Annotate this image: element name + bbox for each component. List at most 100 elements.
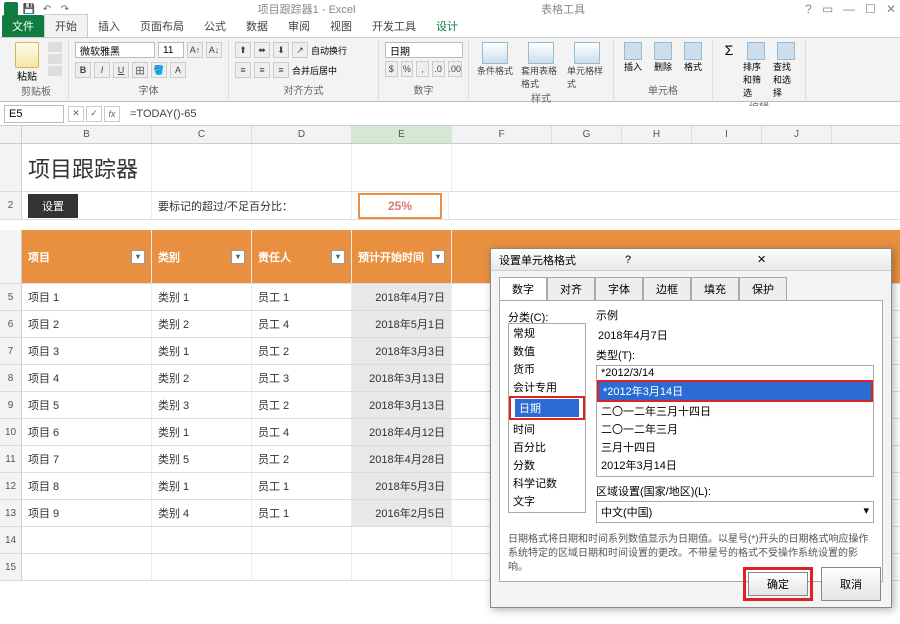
comma-icon[interactable]: , (416, 61, 429, 77)
format-painter-icon[interactable] (48, 66, 62, 76)
row-header[interactable]: 8 (0, 365, 22, 391)
cell-project[interactable]: 项目 1 (22, 284, 152, 310)
cell-est-start[interactable]: 2018年3月3日 (352, 338, 452, 364)
cell-category[interactable]: 类别 3 (152, 392, 252, 418)
tab-data[interactable]: 数据 (236, 15, 278, 37)
cell-owner[interactable]: 员工 1 (252, 284, 352, 310)
row-header-hdr[interactable] (0, 230, 22, 283)
filter-icon[interactable]: ▾ (131, 250, 145, 264)
increase-font-icon[interactable]: A↑ (187, 42, 203, 58)
row-header[interactable]: 7 (0, 338, 22, 364)
align-center-icon[interactable]: ≡ (254, 62, 270, 78)
font-size-combo[interactable]: 11 (158, 42, 184, 58)
tab-view[interactable]: 视图 (320, 15, 362, 37)
select-all-button[interactable] (0, 126, 22, 143)
cell-project[interactable]: 项目 8 (22, 473, 152, 499)
cell-project[interactable]: 项目 2 (22, 311, 152, 337)
col-header-h[interactable]: H (622, 126, 692, 143)
tab-developer[interactable]: 开发工具 (362, 15, 426, 37)
cell-est-start[interactable]: 2018年3月13日 (352, 365, 452, 391)
font-color-button[interactable]: A (170, 62, 186, 78)
insert-cells-button[interactable]: 插入 (620, 42, 646, 73)
align-bottom-icon[interactable]: ⬇ (273, 42, 289, 58)
category-item[interactable]: 日期 (515, 399, 579, 417)
save-icon[interactable]: 💾 (22, 2, 36, 16)
cell-owner[interactable]: 员工 2 (252, 446, 352, 472)
cell-project[interactable]: 项目 6 (22, 419, 152, 445)
col-header-d[interactable]: D (252, 126, 352, 143)
dlg-tab-fill[interactable]: 填充 (691, 277, 739, 300)
cell-category[interactable]: 类别 1 (152, 284, 252, 310)
header-est-start[interactable]: 预计开始时间▾ (352, 230, 452, 283)
enter-formula-icon[interactable]: ✓ (86, 106, 102, 122)
format-cells-button[interactable]: 格式 (680, 42, 706, 73)
ok-button[interactable]: 确定 (748, 572, 808, 596)
percent-icon[interactable]: % (401, 61, 414, 77)
dlg-tab-align[interactable]: 对齐 (547, 277, 595, 300)
type-item[interactable]: 二〇一二年三月 (597, 420, 873, 438)
type-item[interactable]: *2012年3月14日 (599, 382, 871, 400)
row-header[interactable]: 10 (0, 419, 22, 445)
category-item[interactable]: 科学记数 (509, 474, 585, 492)
cancel-formula-icon[interactable]: ✕ (68, 106, 84, 122)
cell-project[interactable]: 项目 7 (22, 446, 152, 472)
cell-project[interactable]: 项目 9 (22, 500, 152, 526)
table-format-button[interactable]: 套用表格格式 (521, 42, 561, 90)
col-header-b[interactable]: B (22, 126, 152, 143)
col-header-i[interactable]: I (692, 126, 762, 143)
row-header[interactable]: 9 (0, 392, 22, 418)
cell-category[interactable]: 类别 2 (152, 365, 252, 391)
cell-category[interactable]: 类别 1 (152, 419, 252, 445)
tab-review[interactable]: 审阅 (278, 15, 320, 37)
increase-decimal-icon[interactable]: .0 (432, 61, 445, 77)
align-top-icon[interactable]: ⬆ (235, 42, 251, 58)
italic-button[interactable]: I (94, 62, 110, 78)
cell-category[interactable]: 类别 2 (152, 311, 252, 337)
number-format-combo[interactable]: 日期 (385, 42, 463, 58)
close-icon[interactable]: ✕ (886, 2, 896, 16)
minimize-icon[interactable]: — (843, 2, 855, 16)
filter-icon[interactable]: ▾ (431, 250, 445, 264)
cell-owner[interactable]: 员工 3 (252, 365, 352, 391)
category-item[interactable]: 常规 (509, 324, 585, 342)
cell-owner[interactable]: 员工 1 (252, 500, 352, 526)
type-item[interactable]: *2012/3/14 (597, 366, 873, 380)
align-right-icon[interactable]: ≡ (273, 62, 289, 78)
filter-icon[interactable]: ▾ (331, 250, 345, 264)
category-item[interactable]: 文字 (509, 492, 585, 510)
category-item[interactable]: 时间 (509, 420, 585, 438)
conditional-format-button[interactable]: 条件格式 (475, 42, 515, 90)
cell-category[interactable]: 类别 4 (152, 500, 252, 526)
sort-filter-button[interactable]: 排序和筛选 (743, 42, 769, 99)
border-button[interactable]: 田 (132, 62, 148, 78)
row-header-14[interactable]: 14 (0, 527, 22, 553)
help-icon[interactable]: ? (805, 2, 812, 16)
category-item[interactable]: 数值 (509, 342, 585, 360)
row-header-15[interactable]: 15 (0, 554, 22, 580)
dlg-tab-number[interactable]: 数字 (499, 277, 547, 300)
dialog-close-icon[interactable]: ✕ (757, 253, 883, 266)
row-header[interactable]: 13 (0, 500, 22, 526)
align-middle-icon[interactable]: ⬌ (254, 42, 270, 58)
cell-est-start[interactable]: 2016年2月5日 (352, 500, 452, 526)
font-name-combo[interactable]: 微软雅黑 (75, 42, 155, 58)
type-item[interactable]: 2012年3月14日 (597, 456, 873, 474)
maximize-icon[interactable]: ☐ (865, 2, 876, 16)
cell-est-start[interactable]: 2018年4月7日 (352, 284, 452, 310)
sheet-title[interactable]: 项目跟踪器 (22, 144, 152, 191)
formula-input[interactable] (124, 106, 896, 122)
dialog-help-icon[interactable]: ? (625, 254, 751, 266)
row-header[interactable]: 5 (0, 284, 22, 310)
header-project[interactable]: 项目▾ (22, 230, 152, 283)
category-item[interactable]: 货币 (509, 360, 585, 378)
tab-insert[interactable]: 插入 (88, 15, 130, 37)
cell-category[interactable]: 类别 1 (152, 338, 252, 364)
col-header-e[interactable]: E (352, 126, 452, 143)
underline-button[interactable]: U (113, 62, 129, 78)
row-header[interactable]: 6 (0, 311, 22, 337)
dlg-tab-font[interactable]: 字体 (595, 277, 643, 300)
dlg-tab-border[interactable]: 边框 (643, 277, 691, 300)
paste-button[interactable]: 粘贴 (10, 42, 44, 83)
find-select-button[interactable]: 查找和选择 (773, 42, 799, 99)
percent-threshold[interactable]: 25% (358, 193, 442, 219)
